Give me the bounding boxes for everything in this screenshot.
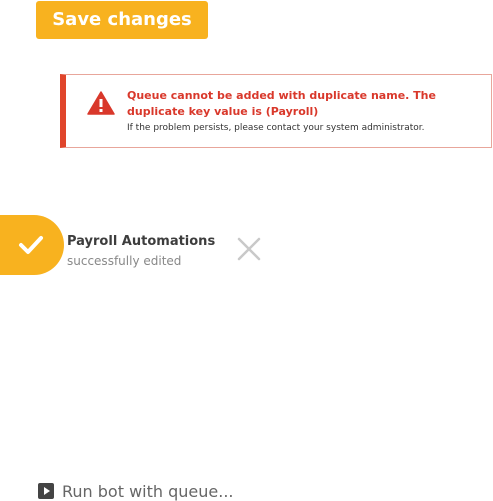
run-bot-label: Run bot with queue... [62, 481, 234, 501]
error-alert: Queue cannot be added with duplicate nam… [60, 74, 492, 148]
toast-title: Payroll Automations [67, 234, 216, 249]
toast-success-badge [0, 215, 64, 275]
close-icon[interactable] [236, 236, 262, 262]
save-changes-button[interactable]: Save changes [36, 1, 208, 39]
error-message: If the problem persists, please contact … [127, 123, 425, 133]
toast-message: successfully edited [67, 254, 182, 268]
page: Save changes Queue cannot be added with … [0, 0, 493, 501]
error-title: Queue cannot be added with duplicate nam… [127, 89, 436, 118]
play-icon [38, 483, 54, 499]
run-bot-with-queue-link[interactable]: Run bot with queue... [38, 481, 233, 501]
check-icon [19, 236, 43, 254]
warning-icon [87, 91, 115, 115]
